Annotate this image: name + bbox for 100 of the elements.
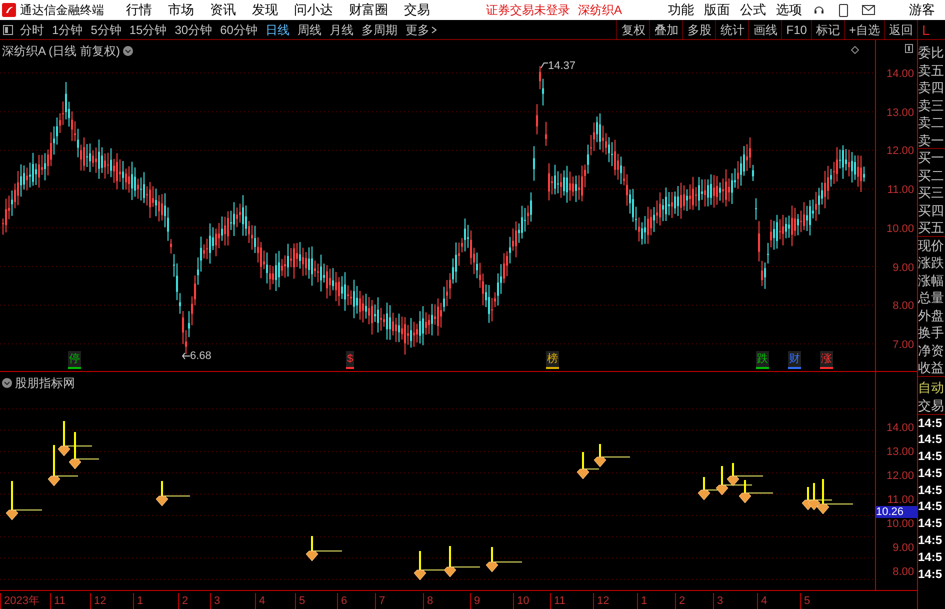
event-tag[interactable]: 财 bbox=[788, 350, 801, 369]
event-tag[interactable]: 涨 bbox=[820, 350, 833, 369]
quote-label: 涨幅 bbox=[918, 272, 945, 289]
menu-item[interactable]: 问小达 bbox=[286, 0, 341, 20]
menu-item[interactable]: 财富圈 bbox=[341, 0, 396, 20]
axis-label: 9 bbox=[470, 593, 480, 609]
menu-item[interactable]: 功能 bbox=[663, 0, 699, 20]
scale-icon[interactable] bbox=[905, 44, 913, 53]
quote-label: 卖一 bbox=[918, 132, 945, 149]
diamond-icon[interactable] bbox=[851, 46, 859, 54]
axis-label: 11.00 bbox=[887, 183, 914, 198]
menu-item[interactable]: 行情 bbox=[118, 0, 160, 20]
login-status[interactable]: 证券交易未登录 bbox=[486, 1, 570, 19]
toolbar-button[interactable]: F10 bbox=[781, 20, 811, 39]
quote-label: 卖二 bbox=[918, 114, 945, 132]
axis-label: 11 bbox=[550, 593, 566, 609]
headset-icon[interactable] bbox=[813, 4, 825, 16]
mail-icon[interactable] bbox=[862, 5, 875, 15]
quote-label: 买二 bbox=[918, 166, 945, 184]
phone-icon[interactable] bbox=[839, 4, 848, 16]
toolbar-button[interactable]: 标记 bbox=[810, 20, 844, 39]
event-tag[interactable]: 停 bbox=[68, 350, 81, 369]
axis-label: 2023年 bbox=[0, 593, 40, 609]
axis-label: 10.00 bbox=[886, 222, 914, 237]
axis-label: 1 bbox=[133, 593, 144, 609]
menu-item[interactable]: 公式 bbox=[735, 0, 771, 20]
quote-label: 净资 bbox=[918, 342, 945, 359]
menu-item[interactable]: 版面 bbox=[699, 0, 735, 20]
axis-label: 13.00 bbox=[886, 106, 914, 121]
axis-label: 10.00 bbox=[886, 518, 914, 530]
period-tab[interactable]: 60分钟 bbox=[216, 20, 262, 38]
toolbar-button[interactable]: 叠加 bbox=[649, 20, 682, 39]
period-tab[interactable]: 周线 bbox=[293, 20, 326, 38]
quote-label: 外盘 bbox=[918, 306, 945, 324]
period-tab[interactable]: 15分钟 bbox=[125, 20, 171, 38]
event-tag[interactable]: $ bbox=[346, 350, 354, 369]
trade-time: 14:5 bbox=[918, 548, 944, 566]
toolbar-button[interactable]: 画线 bbox=[748, 20, 782, 39]
user-label[interactable]: 游客 bbox=[909, 0, 935, 20]
period-tab[interactable]: 分时 bbox=[16, 20, 48, 38]
period-tab[interactable]: 多周期 bbox=[357, 20, 402, 38]
chart-title: 深纺织A (日线 前复权) bbox=[2, 43, 120, 60]
dropdown-icon[interactable] bbox=[2, 378, 12, 388]
quote-label: 卖五 bbox=[918, 62, 945, 79]
period-tab[interactable]: 30分钟 bbox=[170, 20, 216, 38]
axis-label: 5 bbox=[800, 593, 810, 609]
axis-label: 14.00 bbox=[886, 422, 914, 434]
period-tab[interactable]: 日线 bbox=[261, 20, 294, 38]
axis-label: 8.00 bbox=[892, 299, 914, 314]
axis-label: 8.00 bbox=[892, 566, 914, 578]
side-tab[interactable]: L bbox=[917, 20, 945, 39]
panel-toggle-icon[interactable] bbox=[3, 24, 13, 34]
toolbar-button[interactable]: 复权 bbox=[616, 20, 650, 39]
quote-label: 买五 bbox=[918, 219, 945, 236]
quote-label: 买一 bbox=[918, 149, 945, 166]
price-annotation: 14.37 bbox=[548, 59, 576, 74]
axis-label: 9.00 bbox=[892, 260, 914, 276]
arrow-icon bbox=[182, 352, 190, 360]
event-tag[interactable]: 跌 bbox=[756, 350, 769, 369]
menu-item[interactable]: 资讯 bbox=[202, 0, 244, 20]
axis-label: 11 bbox=[50, 593, 66, 609]
axis-label: 3 bbox=[713, 593, 724, 609]
toolbar-button[interactable]: 统计 bbox=[715, 20, 748, 39]
quote-label: 买三 bbox=[918, 184, 945, 202]
axis-label: 3 bbox=[210, 593, 220, 609]
trade-time: 14:5 bbox=[918, 448, 944, 465]
axis-label: 1 bbox=[637, 593, 648, 609]
axis-label: 2 bbox=[675, 593, 686, 609]
trade-time: 14:5 bbox=[918, 566, 944, 582]
trade-label[interactable]: 交易 bbox=[918, 396, 945, 414]
mode-label[interactable]: 自动 bbox=[918, 378, 945, 396]
toolbar-button[interactable]: +自选 bbox=[844, 20, 884, 39]
axis-label: 4 bbox=[757, 593, 768, 609]
menu-item[interactable]: 选项 bbox=[771, 0, 807, 20]
quote-label: 换手 bbox=[918, 324, 945, 342]
menu-item[interactable]: 交易 bbox=[396, 0, 438, 20]
axis-label: 12 bbox=[593, 593, 610, 609]
toolbar-button[interactable]: 返回 bbox=[884, 20, 917, 39]
axis-label: 6 bbox=[337, 593, 348, 609]
quote-label: 总量 bbox=[918, 289, 945, 306]
menu-item[interactable]: 市场 bbox=[160, 0, 202, 20]
axis-label: 12 bbox=[90, 593, 106, 609]
menu-item[interactable]: 发现 bbox=[244, 0, 286, 20]
period-tab[interactable]: 1分钟 bbox=[48, 20, 87, 38]
quote-label: 买四 bbox=[918, 202, 945, 219]
axis-label: 14.00 bbox=[886, 67, 914, 82]
axis-label: 12.00 bbox=[886, 144, 914, 160]
period-tab[interactable]: 月线 bbox=[325, 20, 358, 38]
trade-time: 14:5 bbox=[918, 431, 944, 448]
stock-name: 深纺织A bbox=[578, 2, 622, 19]
event-tag[interactable]: 榜 bbox=[546, 350, 559, 369]
toolbar-button[interactable]: 多股 bbox=[682, 20, 716, 39]
trade-time: 14:5 bbox=[918, 464, 944, 482]
trade-time: 14:5 bbox=[918, 498, 944, 516]
more-button[interactable]: 更多 bbox=[401, 20, 442, 38]
indicator-title: 股朋指标网 bbox=[15, 375, 75, 392]
dropdown-icon[interactable] bbox=[123, 46, 134, 56]
current-price-label: 10.26 bbox=[876, 506, 918, 518]
period-tab[interactable]: 5分钟 bbox=[86, 20, 126, 38]
axis-label: 2 bbox=[178, 593, 188, 609]
